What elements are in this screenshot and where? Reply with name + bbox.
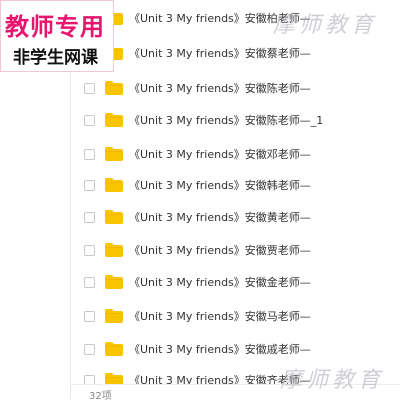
file-row[interactable]: 《Unit 3 My friends》安徽陈老师—_1: [71, 104, 400, 136]
file-name[interactable]: 《Unit 3 My friends》安徽韩老师—: [129, 177, 311, 193]
folder-icon: [105, 243, 123, 257]
folder-icon: [105, 373, 123, 384]
folder-icon: [105, 81, 123, 95]
file-name[interactable]: 《Unit 3 My friends》安徽马老师—: [129, 308, 311, 324]
file-row[interactable]: 《Unit 3 My friends》安徽马老师—: [71, 300, 400, 332]
folder-icon: [105, 342, 123, 356]
file-row[interactable]: 《Unit 3 My friends》安徽金老师—: [71, 266, 400, 298]
file-name[interactable]: 《Unit 3 My friends》安徽金老师—: [129, 274, 311, 290]
row-checkbox[interactable]: [84, 244, 95, 256]
file-name[interactable]: 《Unit 3 My friends》安徽贾老师—: [129, 242, 311, 258]
row-checkbox[interactable]: [84, 82, 95, 94]
folder-icon: [105, 147, 123, 161]
file-row[interactable]: 《Unit 3 My friends》安徽邓老师—: [71, 138, 400, 170]
file-row[interactable]: 《Unit 3 My friends》安徽韩老师—: [71, 169, 400, 201]
folder-icon: [105, 113, 123, 127]
folder-icon: [105, 210, 123, 224]
folder-icon: [105, 178, 123, 192]
file-row[interactable]: 《Unit 3 My friends》安徽齐老师—: [71, 364, 400, 384]
folder-icon: [105, 309, 123, 323]
file-name[interactable]: 《Unit 3 My friends》安徽黄老师—: [129, 209, 311, 225]
teacher-only-badge: 教师专用 非学生网课: [0, 0, 114, 72]
row-checkbox[interactable]: [84, 179, 95, 191]
file-name[interactable]: 《Unit 3 My friends》安徽柏老师—: [129, 10, 311, 26]
row-checkbox[interactable]: [84, 114, 95, 126]
file-name[interactable]: 《Unit 3 My friends》安徽邓老师—: [129, 146, 311, 162]
row-checkbox[interactable]: [84, 211, 95, 223]
file-name[interactable]: 《Unit 3 My friends》安徽戚老师—: [129, 341, 311, 357]
row-checkbox[interactable]: [84, 148, 95, 160]
file-row[interactable]: 《Unit 3 My friends》安徽柏老师—: [71, 2, 400, 34]
badge-subtitle: 非学生网课: [13, 48, 98, 68]
row-checkbox[interactable]: [84, 310, 95, 322]
badge-title: 教师专用: [5, 13, 105, 41]
file-row[interactable]: 《Unit 3 My friends》安徽戚老师—: [71, 333, 400, 365]
folder-icon: [105, 275, 123, 289]
file-list: 《Unit 3 My friends》安徽柏老师— 《Unit 3 My fri…: [71, 0, 400, 384]
file-row[interactable]: 《Unit 3 My friends》安徽陈老师—: [71, 72, 400, 104]
row-checkbox[interactable]: [84, 374, 95, 384]
status-bar: 32项: [71, 384, 400, 402]
file-row[interactable]: 《Unit 3 My friends》安徽蔡老师—: [71, 37, 400, 69]
file-row[interactable]: 《Unit 3 My friends》安徽贾老师—: [71, 234, 400, 266]
file-name[interactable]: 《Unit 3 My friends》安徽齐老师—: [129, 372, 311, 384]
row-checkbox[interactable]: [84, 343, 95, 355]
row-checkbox[interactable]: [84, 276, 95, 288]
file-panel: 《Unit 3 My friends》安徽柏老师— 《Unit 3 My fri…: [70, 0, 400, 402]
file-row[interactable]: 《Unit 3 My friends》安徽黄老师—: [71, 201, 400, 233]
file-name[interactable]: 《Unit 3 My friends》安徽陈老师—_1: [129, 112, 323, 128]
file-name[interactable]: 《Unit 3 My friends》安徽蔡老师—: [129, 45, 311, 61]
file-name[interactable]: 《Unit 3 My friends》安徽陈老师—: [129, 80, 311, 96]
